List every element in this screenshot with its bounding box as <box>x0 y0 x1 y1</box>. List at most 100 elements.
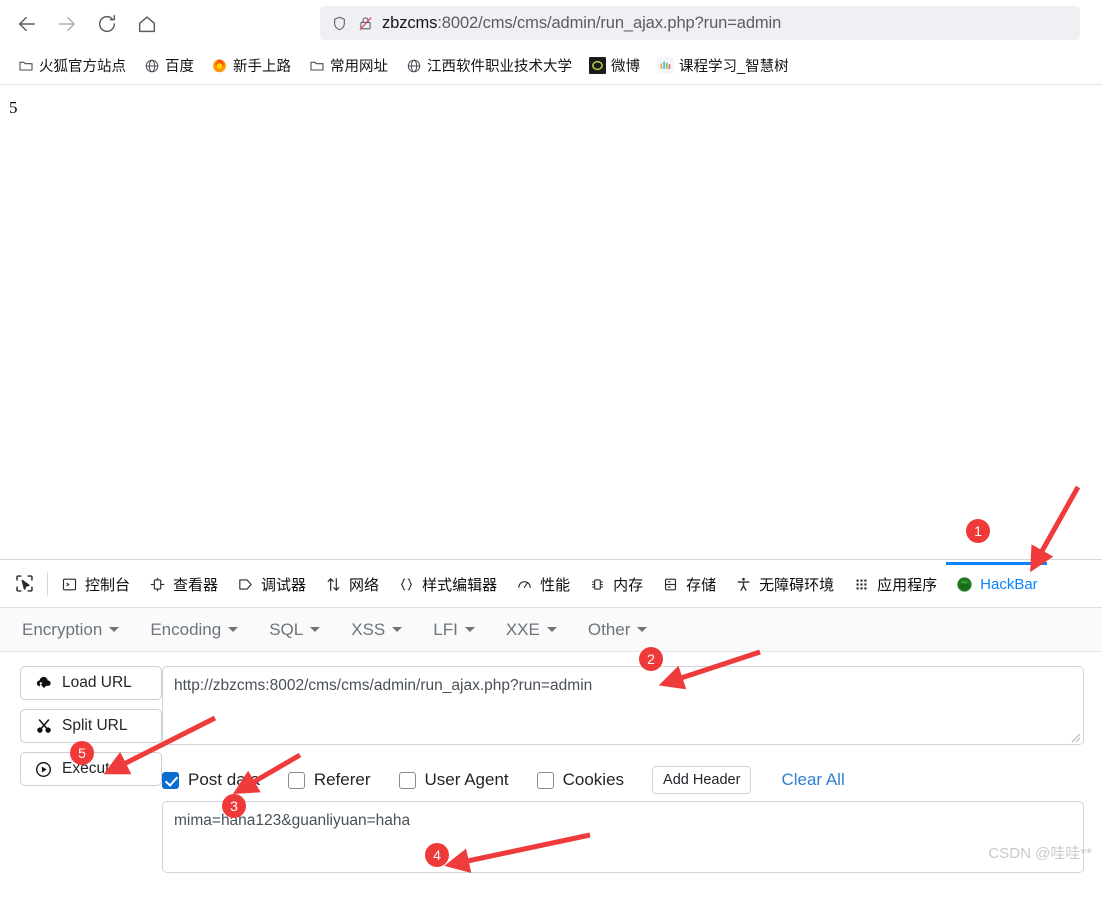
option-label: Post data <box>188 770 260 789</box>
bookmark-label: 课程学习_智慧树 <box>679 59 789 75</box>
hackbar-icon <box>955 575 974 594</box>
devtools-tab-application[interactable]: 应用程序 <box>843 560 946 607</box>
option-label: Referer <box>313 770 371 789</box>
execute-button[interactable]: Execute <box>20 752 162 786</box>
devtools-tab-performance[interactable]: 性能 <box>506 560 579 607</box>
bookmark-label: 常用网址 <box>330 59 388 75</box>
devtools-tab-network[interactable]: 网络 <box>315 560 388 607</box>
chevron-down-icon <box>637 627 648 632</box>
devtools-tab-style-editor[interactable]: 样式编辑器 <box>388 560 506 607</box>
hackbar-menu-label: LFI <box>433 619 458 639</box>
bookmark-item[interactable]: 新手上路 <box>204 52 298 79</box>
nav-button-group <box>0 9 162 39</box>
hackbar-menu-label: Encryption <box>22 619 103 639</box>
devtools-tab-storage[interactable]: 存储 <box>652 560 725 607</box>
address-bar-url: zbzcms:8002/cms/cms/admin/run_ajax.php?r… <box>382 14 781 33</box>
hackbar-panel: Encryption Encoding SQL XSS LFI XXE Othe… <box>0 608 1102 873</box>
option-cookies[interactable]: Cookies <box>536 770 624 790</box>
hackbar-menu-other[interactable]: Other <box>588 620 665 640</box>
devtools-tab-label: 网络 <box>349 577 380 594</box>
devtools-tab-label: 查看器 <box>173 577 219 594</box>
hackbar-menu-encryption[interactable]: Encryption <box>22 620 136 640</box>
application-icon <box>852 575 871 594</box>
devtools-tab-console[interactable]: 控制台 <box>51 560 139 607</box>
hackbar-url-row: Load URL Split URL Execute http://zbzcms… <box>0 666 1102 873</box>
resize-handle-icon[interactable] <box>1069 731 1081 743</box>
scissors-icon <box>34 717 53 736</box>
bookmark-item[interactable]: 火狐官方站点 <box>10 52 133 79</box>
referer-checkbox[interactable] <box>287 771 305 789</box>
url-textarea-wrapper <box>162 666 1084 745</box>
back-icon[interactable] <box>12 9 42 39</box>
user-agent-checkbox[interactable] <box>398 771 416 789</box>
storage-icon <box>661 575 680 594</box>
hackbar-menu-xxe[interactable]: XXE <box>506 620 574 640</box>
style-editor-icon <box>397 575 416 594</box>
hackbar-action-buttons: Load URL Split URL Execute <box>0 666 162 786</box>
chevron-down-icon <box>109 627 120 632</box>
bookmark-item[interactable]: 课程学习_智慧树 <box>650 52 796 79</box>
devtools-tab-memory[interactable]: 内存 <box>579 560 652 607</box>
devtools-tab-label: 样式编辑器 <box>422 577 498 594</box>
inspector-icon <box>148 575 167 594</box>
devtools-panel: 控制台 查看器 调试器 网络 样式编辑器 性能 内存 存储 无障碍环境 应用程序… <box>0 559 1102 917</box>
reload-icon[interactable] <box>92 9 122 39</box>
devtools-tab-accessibility[interactable]: 无障碍环境 <box>725 560 843 607</box>
execute-label: Execute <box>62 760 119 777</box>
hackbar-menu-bar: Encryption Encoding SQL XSS LFI XXE Othe… <box>0 608 1102 652</box>
post-textarea-wrapper <box>162 801 1084 873</box>
post-data-checkbox[interactable] <box>162 771 179 789</box>
address-bar[interactable]: zbzcms:8002/cms/cms/admin/run_ajax.php?r… <box>320 6 1080 40</box>
devtools-tab-bar: 控制台 查看器 调试器 网络 样式编辑器 性能 内存 存储 无障碍环境 应用程序… <box>0 560 1102 608</box>
devtools-tab-label: 无障碍环境 <box>759 577 835 594</box>
hackbar-menu-sql[interactable]: SQL <box>269 620 337 640</box>
hackbar-menu-label: XSS <box>351 619 386 639</box>
hackbar-menu-xss[interactable]: XSS <box>351 620 419 640</box>
option-label: User Agent <box>424 770 509 789</box>
screenshot-root: zbzcms:8002/cms/cms/admin/run_ajax.php?r… <box>0 0 1102 917</box>
lock-crossed-icon[interactable] <box>356 14 374 32</box>
devtools-tab-label: 调试器 <box>261 577 307 594</box>
shield-icon[interactable] <box>330 14 348 32</box>
hackbar-options-row: Post data Referer User Agent Cookies Add… <box>162 765 1084 795</box>
load-url-label: Load URL <box>62 674 132 691</box>
chevron-down-icon <box>310 627 321 632</box>
element-picker-icon[interactable] <box>4 564 44 604</box>
post-data-input[interactable] <box>162 801 1084 873</box>
url-input[interactable] <box>162 666 1084 745</box>
console-icon <box>60 575 79 594</box>
hackbar-menu-label: XXE <box>505 619 540 639</box>
memory-icon <box>588 575 607 594</box>
toolbar-divider <box>47 571 48 596</box>
bookmark-item[interactable]: 江西软件职业技术大学 <box>398 52 579 79</box>
page-body-text: 5 <box>9 98 18 117</box>
devtools-tab-label: 应用程序 <box>877 577 938 594</box>
bookmark-item[interactable]: 常用网址 <box>301 52 395 79</box>
chevron-down-icon <box>546 627 557 632</box>
load-url-button[interactable]: Load URL <box>20 666 162 700</box>
devtools-tab-debugger[interactable]: 调试器 <box>227 560 315 607</box>
option-post-data[interactable]: Post data <box>162 770 260 790</box>
browser-navigation-bar: zbzcms:8002/cms/cms/admin/run_ajax.php?r… <box>0 0 1102 47</box>
clear-all-link[interactable]: Clear All <box>781 770 844 790</box>
option-user-agent[interactable]: User Agent <box>398 770 509 790</box>
chevron-down-icon <box>464 627 475 632</box>
devtools-tab-label: HackBar <box>980 576 1038 593</box>
devtools-tab-inspector[interactable]: 查看器 <box>139 560 227 607</box>
add-header-button[interactable]: Add Header <box>652 766 752 794</box>
forward-icon[interactable] <box>52 9 82 39</box>
folder-icon <box>17 57 34 74</box>
cookies-checkbox[interactable] <box>536 771 554 789</box>
split-url-button[interactable]: Split URL <box>20 709 162 743</box>
home-icon[interactable] <box>132 9 162 39</box>
option-referer[interactable]: Referer <box>287 770 371 790</box>
hackbar-menu-lfi[interactable]: LFI <box>433 620 492 640</box>
address-bar-url-path: :8002/cms/cms/admin/run_ajax.php?run=adm… <box>437 13 782 32</box>
devtools-tab-hackbar[interactable]: HackBar <box>946 560 1047 607</box>
globe-icon <box>405 57 422 74</box>
hackbar-menu-encoding[interactable]: Encoding <box>150 620 255 640</box>
bookmark-item[interactable]: 百度 <box>136 52 201 79</box>
bookmark-item[interactable]: 微博 <box>582 52 647 79</box>
accessibility-icon <box>734 575 753 594</box>
hackbar-menu-label: SQL <box>269 619 304 639</box>
